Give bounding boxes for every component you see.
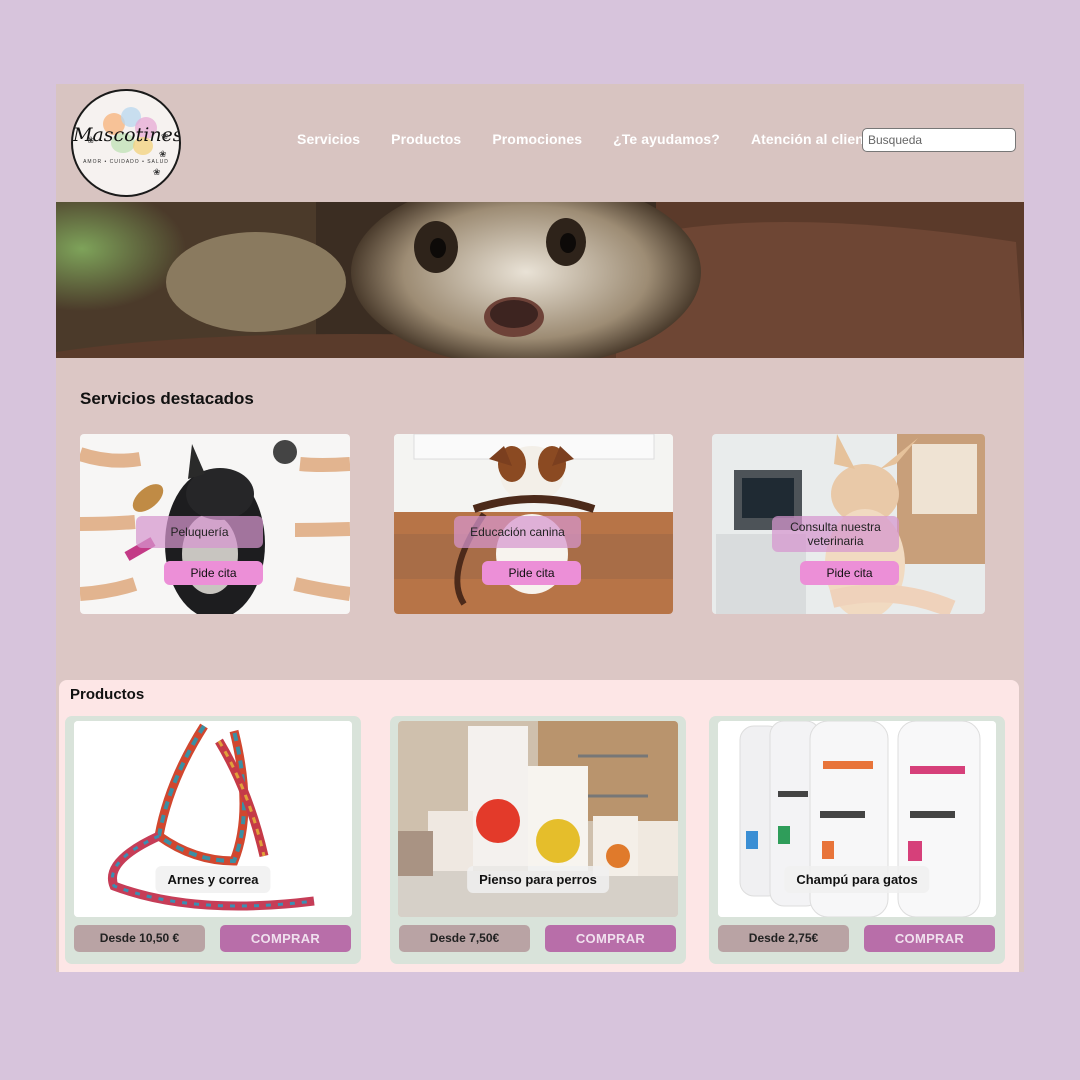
- service-label: Consulta nuestra veterinaria: [772, 516, 899, 552]
- product-name: Champú para gatos: [784, 866, 930, 893]
- pide-cita-button[interactable]: Pide cita: [800, 561, 899, 585]
- products-section: Productos Arnes y correa Desde 10,50 € C…: [59, 680, 1019, 972]
- product-card-arnes[interactable]: Arnes y correa Desde 10,50 € COMPRAR: [65, 716, 361, 964]
- site-header: Mascotines AMOR • CUIDADO • SALUD ❀ ❀ ❀ …: [56, 84, 1024, 202]
- price-tag: Desde 2,75€: [718, 925, 849, 952]
- main-nav: Servicios Productos Promociones ¿Te ayud…: [297, 131, 908, 147]
- paw-icon: ❀: [161, 131, 169, 141]
- price-tag: Desde 7,50€: [399, 925, 530, 952]
- service-label: Peluquería: [136, 516, 263, 548]
- service-label: Educación canina: [454, 516, 581, 548]
- nav-productos[interactable]: Productos: [391, 131, 461, 147]
- services-title: Servicios destacados: [80, 389, 254, 408]
- page: Mascotines AMOR • CUIDADO • SALUD ❀ ❀ ❀ …: [56, 84, 1024, 972]
- price-tag: Desde 10,50 €: [74, 925, 205, 952]
- products-title: Productos: [70, 686, 145, 703]
- nav-te-ayudamos[interactable]: ¿Te ayudamos?: [613, 131, 720, 147]
- paw-icon: ❀: [159, 149, 167, 159]
- comprar-button[interactable]: COMPRAR: [545, 925, 676, 952]
- paw-icon: ❀: [87, 135, 95, 145]
- pide-cita-button[interactable]: Pide cita: [164, 561, 263, 585]
- nav-atencion-cliente[interactable]: Atención al cliente: [751, 131, 877, 147]
- service-card-veterinaria[interactable]: Consulta nuestra veterinaria Pide cita: [712, 434, 985, 614]
- search-input[interactable]: [862, 128, 1016, 152]
- brand-logo[interactable]: Mascotines AMOR • CUIDADO • SALUD ❀ ❀ ❀ …: [71, 89, 181, 197]
- product-card-pienso[interactable]: Pienso para perros Desde 7,50€ COMPRAR: [390, 716, 686, 964]
- service-card-educacion[interactable]: Educación canina Pide cita: [394, 434, 673, 614]
- product-card-champu[interactable]: Champú para gatos Desde 2,75€ COMPRAR: [709, 716, 1005, 964]
- product-name: Arnes y correa: [155, 866, 271, 893]
- comprar-button[interactable]: COMPRAR: [864, 925, 995, 952]
- hero-ferret-image: [56, 202, 1024, 358]
- comprar-button[interactable]: COMPRAR: [220, 925, 351, 952]
- nav-servicios[interactable]: Servicios: [297, 131, 360, 147]
- pide-cita-button[interactable]: Pide cita: [482, 561, 581, 585]
- paw-icon: ❀: [153, 167, 161, 177]
- nav-promociones[interactable]: Promociones: [492, 131, 582, 147]
- product-name: Pienso para perros: [467, 866, 609, 893]
- service-card-peluqueria[interactable]: Peluquería Pide cita: [80, 434, 350, 614]
